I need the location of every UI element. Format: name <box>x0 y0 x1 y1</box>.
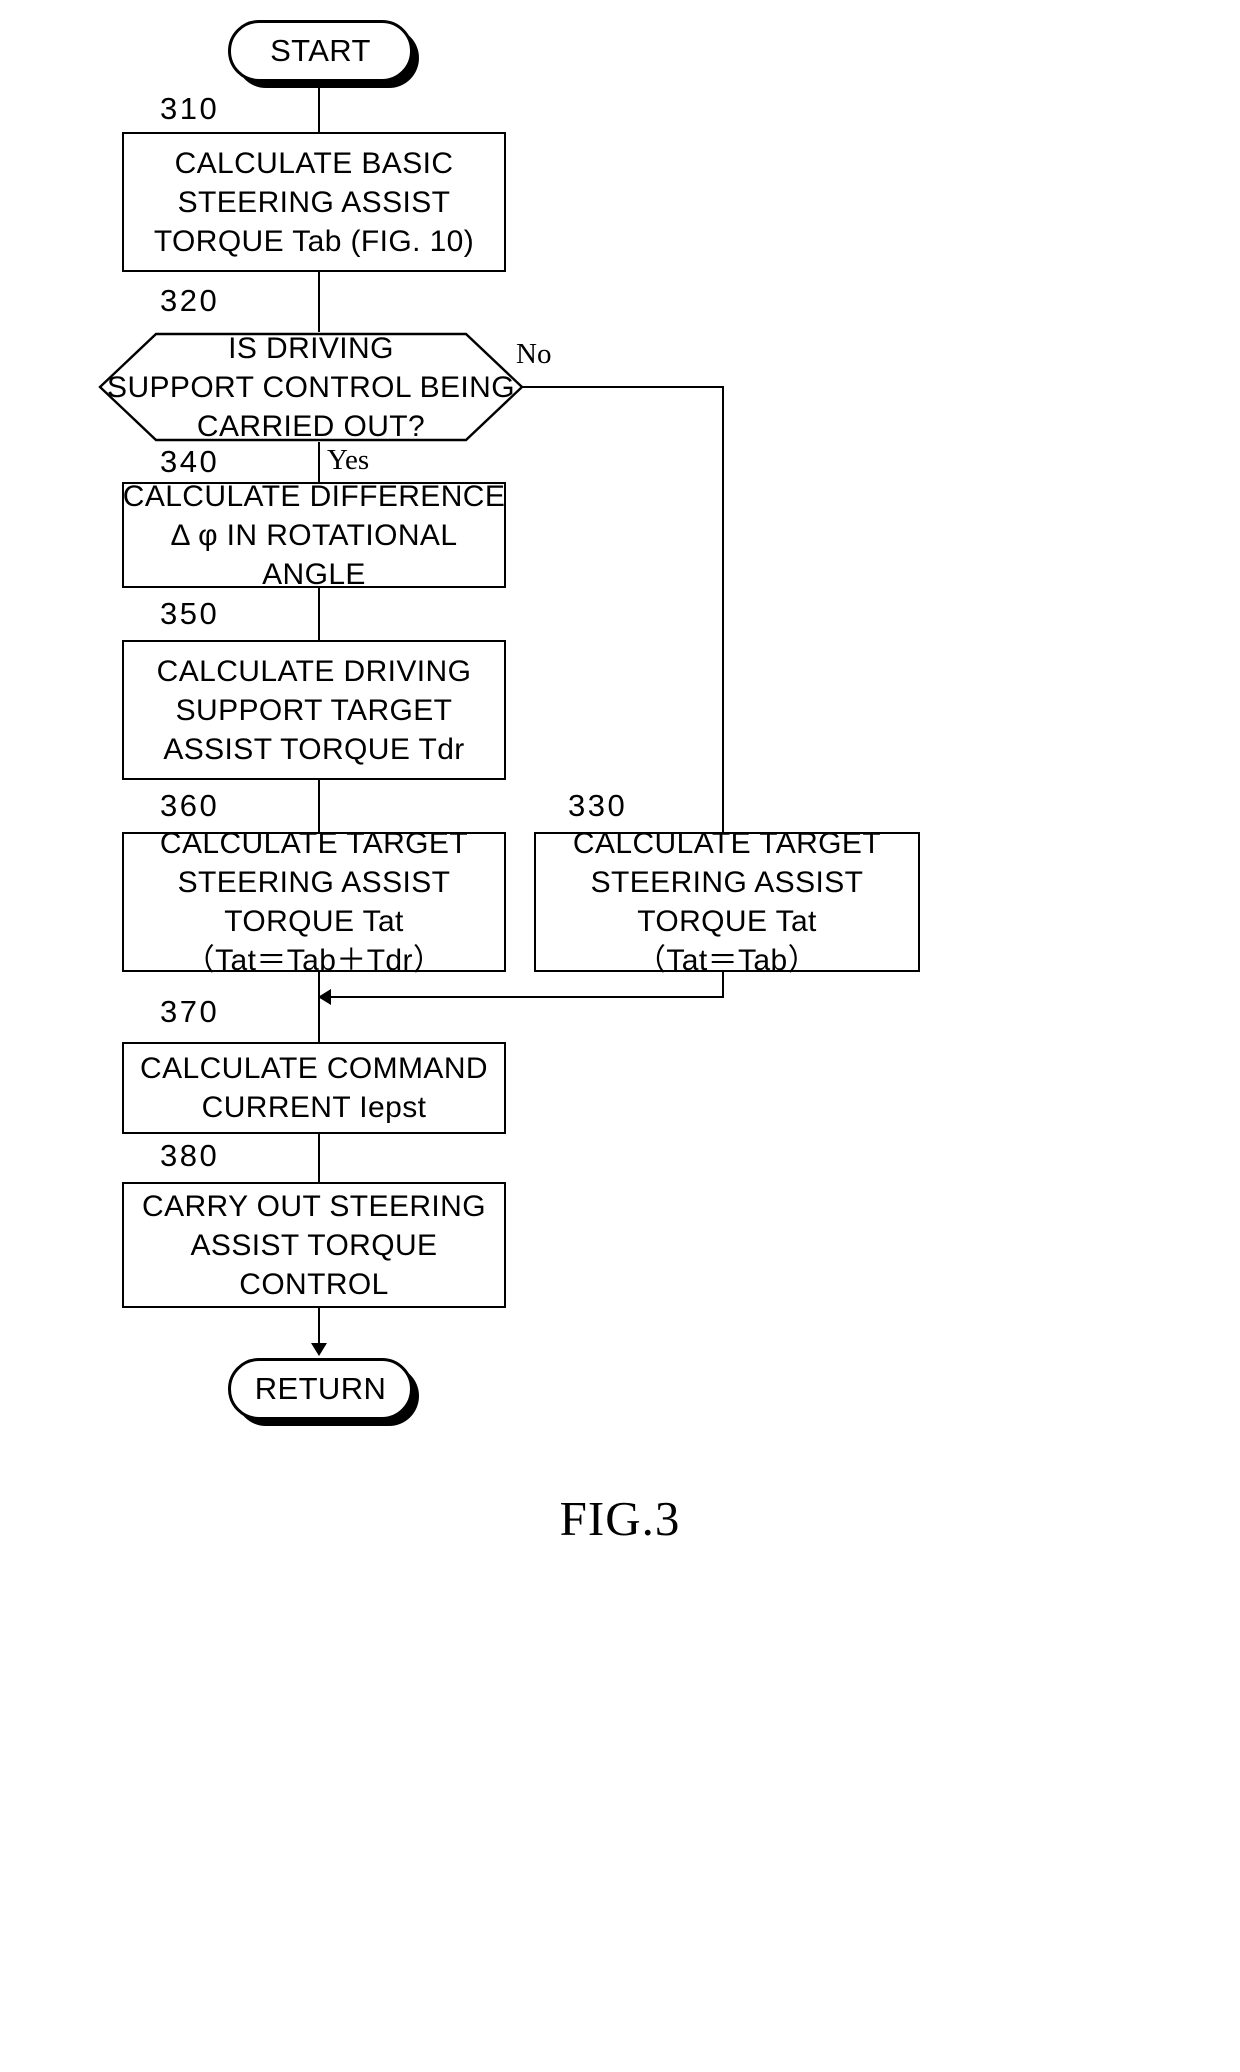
step-number-340: 340 <box>160 444 220 479</box>
process-box-330-label: CALCULATE TARGET STEERING ASSIST TORQUE … <box>572 827 882 977</box>
connector-350-to-360 <box>318 780 320 832</box>
process-box-380: CARRY OUT STEERING ASSIST TORQUE CONTROL <box>122 1182 506 1308</box>
terminal-start-label: START <box>270 32 371 68</box>
connector-no-horizontal <box>522 386 724 388</box>
terminal-start: START <box>228 20 413 82</box>
branch-label-no: No <box>516 338 552 370</box>
terminal-return: RETURN <box>228 1358 413 1420</box>
step-number-350: 350 <box>160 596 220 631</box>
connector-360-to-370 <box>318 972 320 1042</box>
connector-320-to-340 <box>318 442 320 482</box>
process-box-310-label: CALCULATE BASIC STEERING ASSIST TORQUE T… <box>153 146 475 258</box>
decision-hexagon-shape <box>98 332 524 442</box>
step-number-360: 360 <box>160 788 220 823</box>
connector-start-to-310 <box>318 82 320 132</box>
step-number-310: 310 <box>160 91 220 126</box>
terminal-return-label: RETURN <box>254 1370 387 1406</box>
step-number-380: 380 <box>160 1138 220 1173</box>
connector-310-to-320 <box>318 272 320 332</box>
branch-label-yes: Yes <box>327 444 370 476</box>
process-box-370-label: CALCULATE COMMAND CURRENT Iepst <box>140 1052 488 1124</box>
connector-370-to-380 <box>318 1134 320 1182</box>
process-box-340-label: CALCULATE DIFFERENCE Δ φ IN ROTATIONAL A… <box>122 479 506 591</box>
process-box-370: CALCULATE COMMAND CURRENT Iepst <box>122 1042 506 1134</box>
step-number-330: 330 <box>568 788 628 823</box>
process-box-310: CALCULATE BASIC STEERING ASSIST TORQUE T… <box>122 132 506 272</box>
connector-330-down <box>722 972 724 998</box>
connector-340-to-350 <box>318 588 320 640</box>
process-box-360: CALCULATE TARGET STEERING ASSIST TORQUE … <box>122 827 506 977</box>
process-box-360-label: CALCULATE TARGET STEERING ASSIST TORQUE … <box>159 827 469 977</box>
process-box-350: CALCULATE DRIVING SUPPORT TARGET ASSIST … <box>122 640 506 780</box>
arrowhead-into-return <box>311 1343 327 1356</box>
flowchart-figure: START 310 CALCULATE BASIC STEERING ASSIS… <box>0 0 1240 2072</box>
process-box-380-label: CARRY OUT STEERING ASSIST TORQUE CONTROL <box>142 1189 486 1301</box>
process-box-330: CALCULATE TARGET STEERING ASSIST TORQUE … <box>534 827 920 977</box>
decision-box-320: IS DRIVING SUPPORT CONTROL BEING CARRIED… <box>98 332 524 443</box>
connector-330-to-trunk <box>330 996 724 998</box>
step-number-320: 320 <box>160 283 220 318</box>
step-number-370: 370 <box>160 994 220 1029</box>
process-box-350-label: CALCULATE DRIVING SUPPORT TARGET ASSIST … <box>156 654 472 766</box>
figure-caption: FIG.3 <box>559 1491 681 1546</box>
process-box-340: CALCULATE DIFFERENCE Δ φ IN ROTATIONAL A… <box>122 479 506 591</box>
